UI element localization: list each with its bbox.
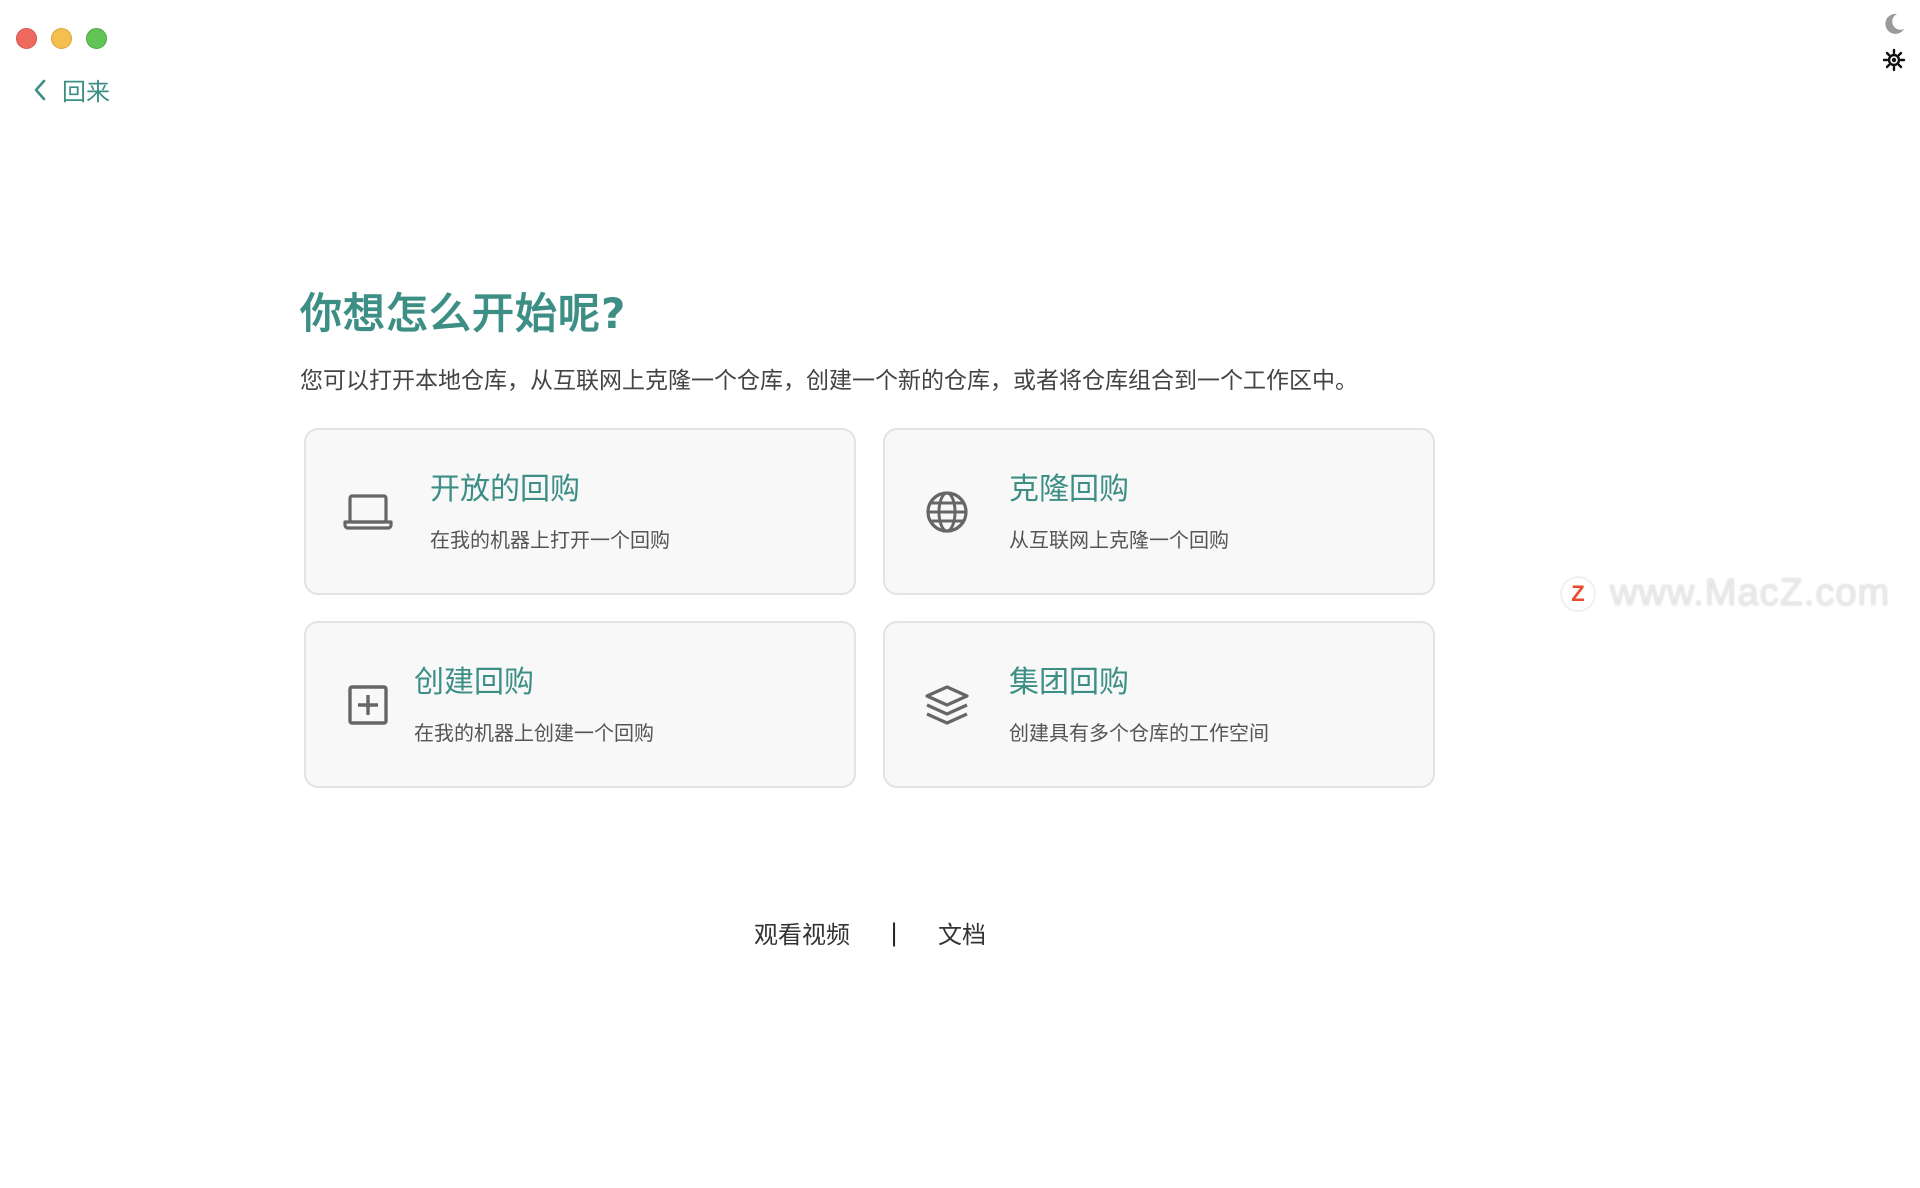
- laptop-icon: [340, 484, 396, 540]
- back-button[interactable]: 回来: [32, 72, 110, 107]
- card-title: 克隆回购: [1009, 472, 1129, 507]
- sun-icon[interactable]: [1882, 48, 1906, 72]
- globe-icon: [919, 484, 975, 540]
- clone-repo-card[interactable]: 克隆回购 从互联网上克隆一个回购: [883, 428, 1435, 595]
- minimize-window-button[interactable]: [51, 28, 72, 49]
- card-title: 集团回购: [1009, 665, 1129, 700]
- layers-icon: [919, 677, 975, 733]
- back-label: 回来: [62, 78, 110, 106]
- watermark-text: www.MacZ.com: [1610, 572, 1891, 614]
- create-repo-card[interactable]: 创建回购 在我的机器上创建一个回购: [304, 621, 856, 788]
- watermark: Z www.MacZ.com: [1560, 572, 1890, 615]
- page-title: 你想怎么开始呢?: [300, 289, 627, 338]
- maximize-window-button[interactable]: [86, 28, 107, 49]
- group-repo-card[interactable]: 集团回购 创建具有多个仓库的工作空间: [883, 621, 1435, 788]
- watch-video-link[interactable]: 观看视频: [754, 915, 850, 950]
- card-description: 从互联网上克隆一个回购: [1009, 528, 1229, 552]
- moon-icon[interactable]: [1882, 12, 1906, 36]
- card-description: 在我的机器上创建一个回购: [414, 721, 654, 745]
- watermark-logo: Z: [1560, 575, 1596, 612]
- card-description: 创建具有多个仓库的工作空间: [1009, 721, 1269, 745]
- plus-square-icon: [340, 677, 396, 733]
- app-window: 回来 你想怎么开始呢? 您可以打开本地仓库，从互联网上克隆一个仓库，创建一个新的…: [0, 0, 1920, 1188]
- footer-links: 观看视频 | 文档: [0, 915, 1740, 950]
- footer-separator: |: [889, 918, 899, 947]
- open-repo-card[interactable]: 开放的回购 在我的机器上打开一个回购: [304, 428, 856, 595]
- window-controls: [16, 28, 107, 49]
- docs-link[interactable]: 文档: [938, 915, 986, 950]
- intro-section: 你想怎么开始呢? 您可以打开本地仓库，从互联网上克隆一个仓库，创建一个新的仓库，…: [300, 280, 1440, 395]
- close-window-button[interactable]: [16, 28, 37, 49]
- start-options-grid: 开放的回购 在我的机器上打开一个回购 克隆回购 从互联网上克隆一个回购 创建回购…: [304, 428, 1435, 788]
- card-title: 开放的回购: [430, 472, 580, 507]
- card-title: 创建回购: [414, 665, 534, 700]
- theme-switcher: [1882, 12, 1906, 72]
- page-subtitle: 您可以打开本地仓库，从互联网上克隆一个仓库，创建一个新的仓库，或者将仓库组合到一…: [300, 368, 1358, 394]
- chevron-left-icon: [34, 79, 46, 100]
- card-description: 在我的机器上打开一个回购: [430, 528, 670, 552]
